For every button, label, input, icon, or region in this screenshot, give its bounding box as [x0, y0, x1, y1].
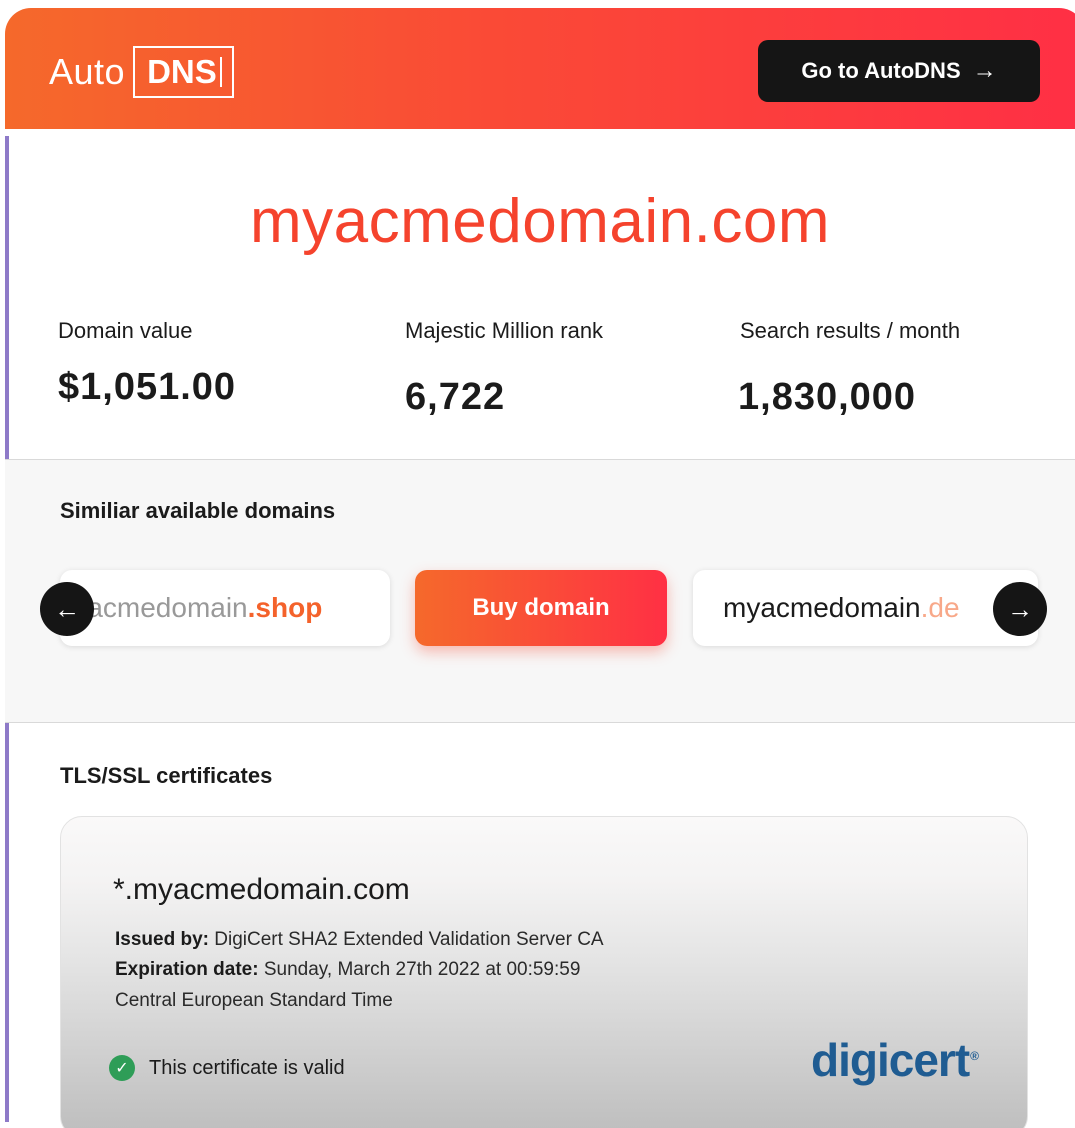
go-to-autodns-button[interactable]: Go to AutoDNS →	[758, 40, 1040, 102]
logo-prefix: Auto	[49, 51, 126, 92]
issued-by-label: Issued by:	[115, 929, 209, 950]
stat-value-search-results: 1,830,000	[738, 376, 917, 418]
digicert-logo-text: digicert	[811, 1034, 970, 1086]
issued-by-row: Issued by: DigiCert SHA2 Extended Valida…	[115, 929, 604, 951]
stat-label-majestic-rank: Majestic Million rank	[405, 318, 604, 343]
registered-mark: ®	[970, 1048, 979, 1063]
suggested-domain-card-de[interactable]: myacmedomain .de	[693, 570, 1038, 646]
autodns-logo[interactable]: Auto DNS	[49, 46, 234, 98]
expiration-row: Expiration date: Sunday, March 27th 2022…	[115, 959, 580, 981]
expiration-label: Expiration date:	[115, 959, 259, 980]
digicert-logo: digicert®	[811, 1033, 979, 1087]
logo-brand-box: DNS	[133, 46, 234, 98]
stat-value-domain-value: $1,051.00	[58, 366, 237, 408]
similar-domains-title: Similiar available domains	[60, 498, 336, 523]
go-to-autodns-label: Go to AutoDNS	[801, 58, 961, 83]
certificate-card: *.myacmedomain.com Issued by: DigiCert S…	[60, 816, 1028, 1128]
domain-name-title: myacmedomain.com	[250, 187, 830, 256]
suggested-domain-card-shop[interactable]: myacmedomain .shop	[60, 570, 390, 646]
header-bar: Auto DNS Go to AutoDNS →	[5, 8, 1075, 129]
suggested-domain-name: myacmedomain	[723, 592, 921, 623]
valid-status-text: This certificate is valid	[149, 1056, 345, 1079]
stat-label-domain-value: Domain value	[58, 318, 193, 343]
stat-value-majestic-rank: 6,722	[405, 376, 506, 418]
expiration-value: Sunday, March 27th 2022 at 00:59:59	[263, 959, 581, 980]
timezone-text: Central European Standard Time	[115, 990, 393, 1011]
suggested-domain-tld: .de	[920, 592, 960, 623]
valid-status: ✓ This certificate is valid	[109, 1055, 345, 1081]
buy-domain-button[interactable]: Buy domain	[415, 570, 667, 646]
logo-brand: DNS	[147, 53, 217, 90]
check-circle-icon: ✓	[109, 1055, 135, 1081]
arrow-right-icon[interactable]: →	[993, 582, 1047, 636]
logo-caret	[219, 57, 222, 87]
certificate-domain: *.myacmedomain.com	[113, 873, 410, 906]
domain-card: Auto DNS Go to AutoDNS → myacmedomain.co…	[5, 8, 1075, 1128]
tls-section-title: TLS/SSL certificates	[60, 763, 273, 788]
suggested-domain-tld: .shop	[247, 592, 323, 623]
arrow-left-icon[interactable]: ←	[40, 582, 94, 636]
issued-by-value: DigiCert SHA2 Extended Validation Server…	[214, 929, 604, 950]
arrow-right-icon: →	[972, 57, 997, 84]
divider	[5, 722, 1075, 723]
stat-label-search-results: Search results / month	[740, 318, 961, 343]
